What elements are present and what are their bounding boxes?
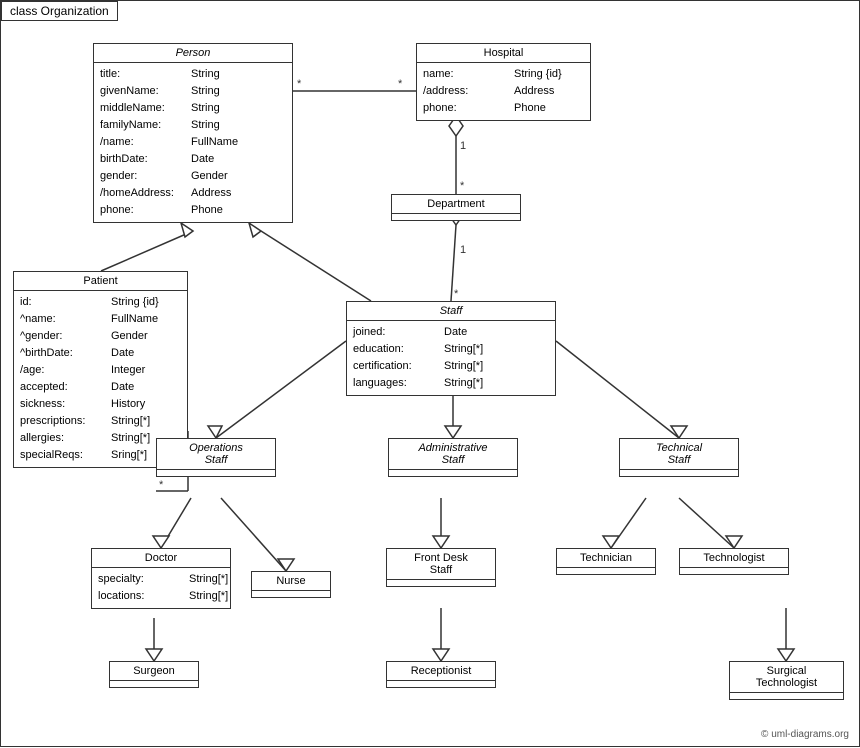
class-receptionist-attrs [387,681,495,687]
class-technical-staff: TechnicalStaff [619,438,739,477]
class-operations-staff: OperationsStaff [156,438,276,477]
class-surgeon-name: Surgeon [110,662,198,681]
class-technician: Technician [556,548,656,575]
class-nurse-name: Nurse [252,572,330,591]
copyright: © uml-diagrams.org [761,729,849,740]
class-department-name: Department [392,195,520,214]
class-staff: Staff joined:Date education:String[*] ce… [346,301,556,396]
class-receptionist: Receptionist [386,661,496,688]
class-person: Person title:String givenName:String mid… [93,43,293,223]
class-surgical-technologist-name: SurgicalTechnologist [730,662,843,693]
class-technical-staff-name: TechnicalStaff [620,439,738,470]
class-surgeon-attrs [110,681,198,687]
class-nurse: Nurse [251,571,331,598]
class-operations-staff-attrs [157,470,275,476]
diagram-container: class Organization * * 1 * 1 * [0,0,860,747]
svg-text:*: * [460,180,465,192]
class-surgical-technologist: SurgicalTechnologist [729,661,844,700]
class-technician-name: Technician [557,549,655,568]
class-technologist-attrs [680,568,788,574]
class-receptionist-name: Receptionist [387,662,495,681]
class-technologist: Technologist [679,548,789,575]
class-technician-attrs [557,568,655,574]
svg-text:*: * [454,288,459,300]
svg-text:1: 1 [460,244,466,256]
class-technologist-name: Technologist [680,549,788,568]
svg-text:*: * [159,479,164,491]
class-person-attrs: title:String givenName:String middleName… [94,63,292,222]
class-staff-name: Staff [347,302,555,321]
class-front-desk: Front DeskStaff [386,548,496,587]
class-operations-staff-name: OperationsStaff [157,439,275,470]
class-front-desk-name: Front DeskStaff [387,549,495,580]
class-surgeon: Surgeon [109,661,199,688]
class-patient-name: Patient [14,272,187,291]
class-hospital: Hospital name:String {id} /address:Addre… [416,43,591,121]
class-admin-staff: AdministrativeStaff [388,438,518,477]
class-admin-staff-name: AdministrativeStaff [389,439,517,470]
class-hospital-attrs: name:String {id} /address:Address phone:… [417,63,590,120]
class-person-name: Person [94,44,292,63]
class-doctor: Doctor specialty:String[*] locations:Str… [91,548,231,609]
class-doctor-name: Doctor [92,549,230,568]
class-admin-staff-attrs [389,470,517,476]
svg-text:1: 1 [460,140,466,152]
class-staff-attrs: joined:Date education:String[*] certific… [347,321,555,395]
class-front-desk-attrs [387,580,495,586]
class-nurse-attrs [252,591,330,597]
class-technical-staff-attrs [620,470,738,476]
class-hospital-name: Hospital [417,44,590,63]
class-department-attrs [392,214,520,220]
class-surgical-technologist-attrs [730,693,843,699]
class-doctor-attrs: specialty:String[*] locations:String[*] [92,568,230,608]
svg-text:*: * [398,78,403,90]
svg-text:*: * [297,78,302,90]
diagram-title: class Organization [1,1,118,21]
class-department: Department [391,194,521,221]
